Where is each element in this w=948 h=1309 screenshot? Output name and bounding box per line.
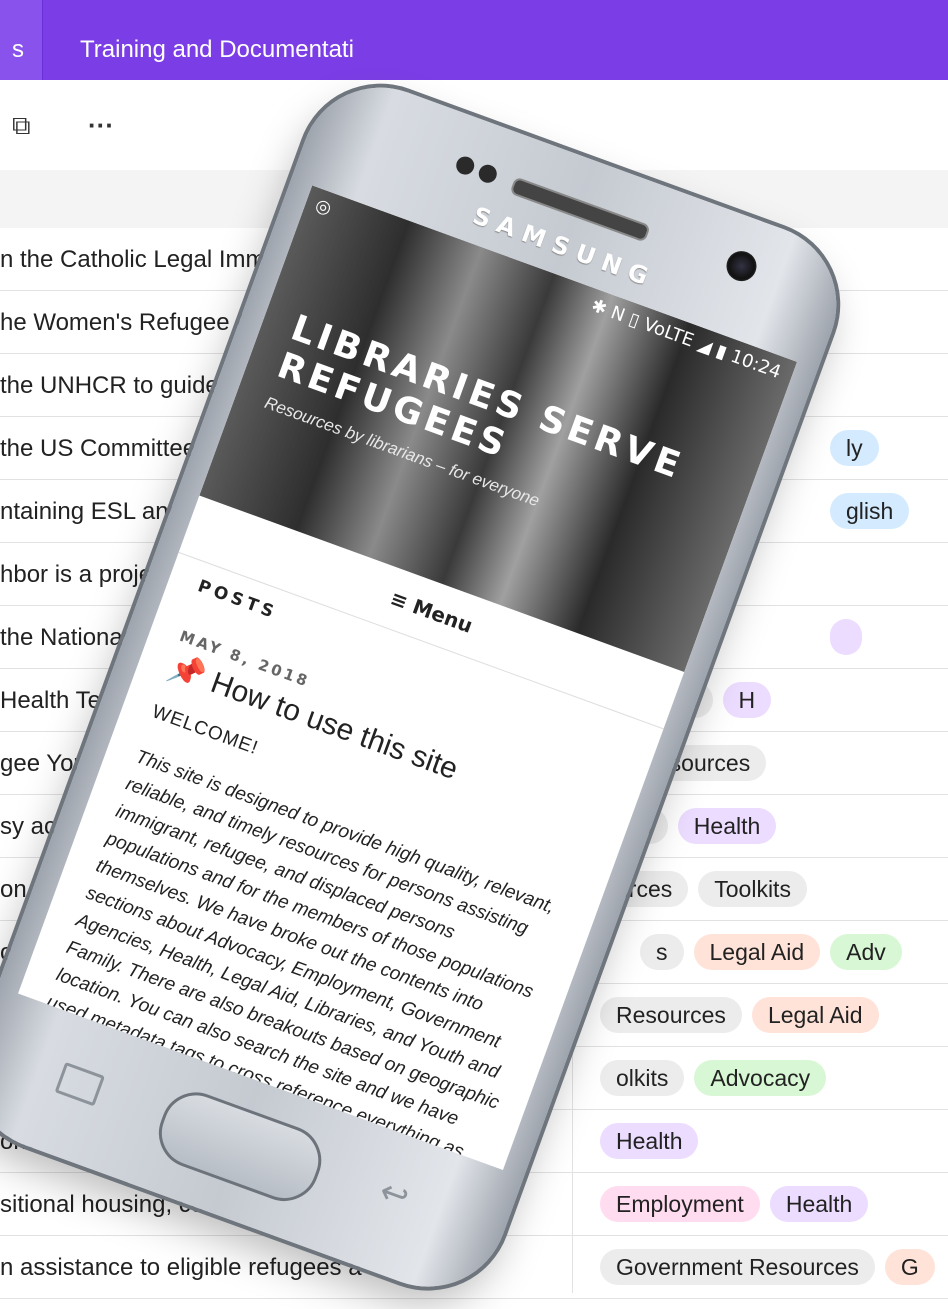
row-tags: ly [830, 430, 889, 466]
tag-chip[interactable]: Adv [830, 934, 902, 970]
tab-training-and-documentation[interactable]: Training and Documentati [80, 0, 354, 80]
row-tags: Employment Health [600, 1186, 878, 1222]
tag-chip[interactable]: Resources [600, 997, 742, 1033]
tag-chip[interactable]: Health [600, 1123, 699, 1159]
tag-chip[interactable]: Health [769, 1186, 869, 1222]
tag-chip[interactable] [830, 619, 862, 655]
row-tags: Resources Legal Aid [600, 997, 889, 1033]
tag-chip[interactable]: H [722, 682, 772, 718]
expand-icon[interactable]: ⧉ [12, 110, 31, 142]
tag-chip[interactable]: ly [830, 430, 879, 466]
row-tags [830, 619, 872, 655]
top-tab-bar: s Training and Documentati [0, 0, 948, 80]
tag-chip[interactable]: Health [677, 808, 777, 844]
tag-chip[interactable]: Employment [600, 1186, 760, 1222]
row-tags: olkits Advocacy [600, 1060, 836, 1096]
tag-chip[interactable]: olkits [600, 1060, 685, 1096]
tag-chip[interactable]: glish [830, 493, 910, 529]
pin-icon: 📌 [163, 650, 210, 695]
tag-chip[interactable]: Advocacy [694, 1060, 827, 1096]
row-tags: Health [600, 1123, 708, 1159]
tag-chip[interactable]: G [884, 1249, 935, 1285]
row-tags: s Legal Aid Adv [640, 934, 912, 970]
tag-chip[interactable]: Government Resources [600, 1249, 875, 1285]
instagram-icon: ◎ [312, 194, 335, 219]
tag-chip[interactable]: Toolkits [698, 871, 807, 907]
tag-chip[interactable]: Legal Aid [693, 934, 821, 970]
row-tags: Government Resources G [600, 1249, 945, 1285]
tab-partial[interactable]: s [0, 0, 43, 80]
tag-chip[interactable]: Legal Aid [751, 997, 879, 1033]
row-tags: glish [830, 493, 919, 529]
more-icon[interactable]: ··· [88, 110, 114, 141]
tag-chip[interactable]: s [640, 934, 684, 970]
